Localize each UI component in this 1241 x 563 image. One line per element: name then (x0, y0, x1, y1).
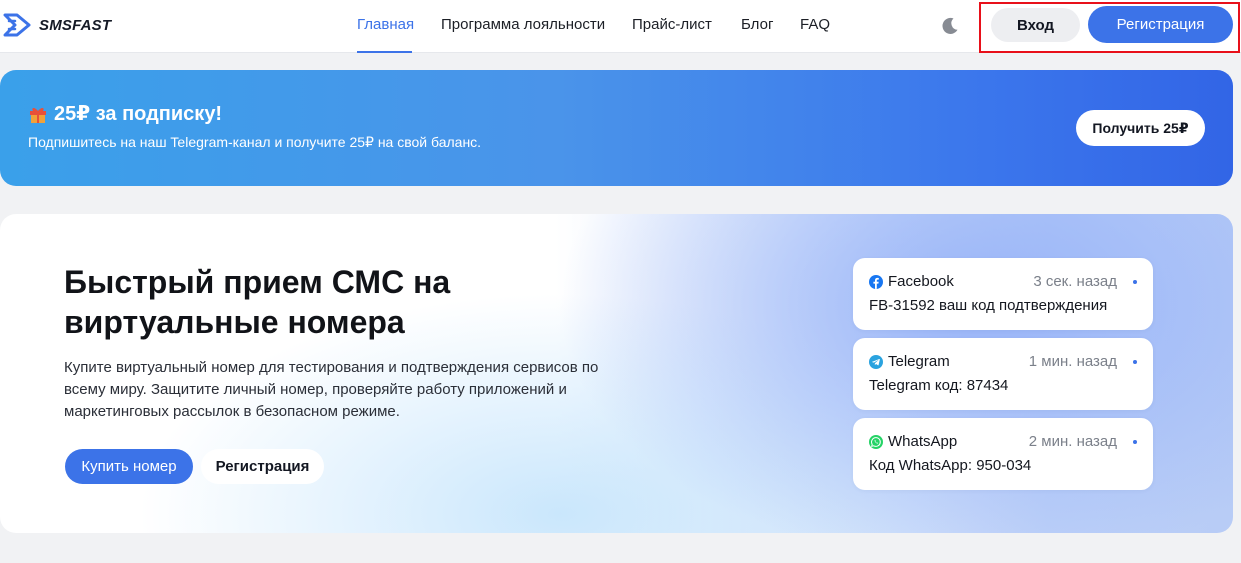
nav-item-home[interactable]: Главная (357, 16, 414, 33)
message-text: FB-31592 ваш код подтверждения (869, 297, 1108, 314)
promo-title: 25₽ за подписку! (28, 101, 222, 126)
hero-title: Быстрый прием СМС на виртуальные номера (64, 264, 451, 340)
unread-dot (1133, 440, 1137, 444)
message-app: Telegram (869, 353, 950, 370)
login-button[interactable]: Вход (991, 8, 1080, 42)
message-app: WhatsApp (869, 433, 957, 450)
buy-number-button[interactable]: Купить номер (65, 449, 193, 484)
promo-banner: 25₽ за подписку! Подпишитесь на наш Tele… (0, 70, 1233, 186)
message-time: 3 сек. назад (1033, 273, 1117, 290)
hero-description: Купите виртуальный номер для тестировани… (64, 359, 599, 420)
promo-title-text: 25₽ за подписку! (54, 103, 223, 125)
nav-item-blog[interactable]: Блог (741, 16, 773, 33)
whatsapp-icon (869, 434, 883, 449)
site-header: SMSFAST Главная Программа лояльности Пра… (0, 0, 1241, 53)
message-app-name: Facebook (888, 273, 954, 290)
message-text: Код WhatsApp: 950-034 (869, 457, 1032, 474)
register-button[interactable]: Регистрация (1088, 6, 1233, 43)
message-app-name: Telegram (888, 353, 950, 370)
telegram-icon (869, 354, 883, 369)
promo-subtitle: Подпишитесь на наш Telegram-канал и полу… (28, 134, 482, 150)
unread-dot (1133, 280, 1137, 284)
nav-item-pricelist[interactable]: Прайс-лист (632, 16, 712, 33)
message-time: 2 мин. назад (1028, 433, 1117, 450)
gift-icon (30, 107, 46, 123)
message-card-whatsapp: WhatsApp 2 мин. назад Код WhatsApp: 950-… (853, 418, 1153, 490)
message-card-facebook: Facebook 3 сек. назад FB-31592 ваш код п… (853, 258, 1153, 330)
message-app-name: WhatsApp (888, 433, 958, 450)
unread-dot (1133, 360, 1137, 364)
message-time: 1 мин. назад (1028, 353, 1117, 370)
message-text: Telegram код: 87434 (869, 377, 1009, 394)
message-app: Facebook (869, 273, 954, 290)
nav-active-indicator (357, 51, 412, 53)
nav-item-faq[interactable]: FAQ (800, 16, 830, 33)
hero-register-button[interactable]: Регистрация (201, 449, 324, 484)
facebook-icon (869, 274, 883, 289)
nav-item-loyalty[interactable]: Программа лояльности (441, 16, 605, 33)
moon-icon[interactable] (940, 16, 960, 36)
get-bonus-button[interactable]: Получить 25₽ (1076, 110, 1205, 146)
message-card-telegram: Telegram 1 мин. назад Telegram код: 8743… (853, 338, 1153, 410)
hero-section: Быстрый прием СМС на виртуальные номера … (0, 214, 1233, 533)
